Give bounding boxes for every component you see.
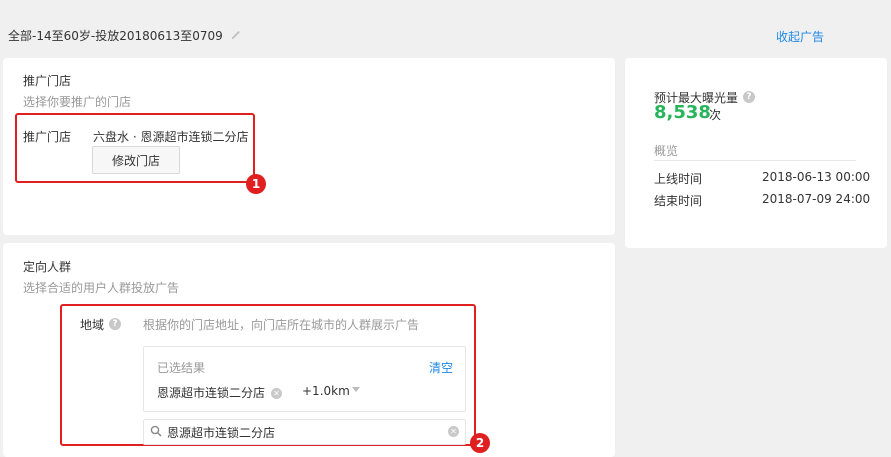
selected-store-tag: 恩源超市连锁二分店 [157,386,266,400]
annotation-badge-1: 1 [246,174,266,194]
end-time-value: 2018-07-09 24:00 [762,192,871,206]
region-description: 根据你的门店地址，向门店所在城市的人群展示广告 [143,318,420,332]
store-section-title: 推广门店 [23,74,72,88]
overview-label: 概览 [654,144,679,158]
online-time-value: 2018-06-13 00:00 [762,170,871,184]
close-circle-icon[interactable]: ✕ [271,388,282,399]
audience-section-subtitle: 选择合适的用户人群投放广告 [23,281,180,295]
clear-button[interactable]: 清空 [429,359,453,376]
divider [654,160,856,161]
radius-select[interactable]: +1.0km [302,384,350,398]
region-label: 地域 [80,318,105,332]
close-circle-icon[interactable]: ✕ [448,426,459,437]
question-icon[interactable]: ? [109,318,121,330]
question-icon[interactable]: ? [743,91,755,103]
exposure-unit: 次 [709,108,722,122]
caret-down-icon[interactable] [352,387,360,392]
store-name: 六盘水 · 恩源超市连锁二分店 [93,130,249,144]
annotation-badge-2: 2 [470,433,490,453]
modify-store-button[interactable]: 修改门店 [92,146,180,174]
selected-results-box [143,346,466,412]
audience-section-title: 定向人群 [23,260,72,274]
exposure-value: 8,538 [654,102,711,123]
store-section-subtitle: 选择你要推广的门店 [23,95,132,109]
online-time-label: 上线时间 [654,172,703,186]
selected-results-title: 已选结果 [157,361,206,375]
search-input-value[interactable]: 恩源超市连锁二分店 [167,424,275,441]
store-field-label: 推广门店 [23,130,72,144]
page-title: 全部-14至60岁-投放20180613至0709 [8,29,223,43]
collapse-ad-link[interactable]: 收起广告 [776,28,824,45]
search-icon [150,425,162,437]
pencil-icon[interactable] [230,28,242,40]
end-time-label: 结束时间 [654,194,703,208]
